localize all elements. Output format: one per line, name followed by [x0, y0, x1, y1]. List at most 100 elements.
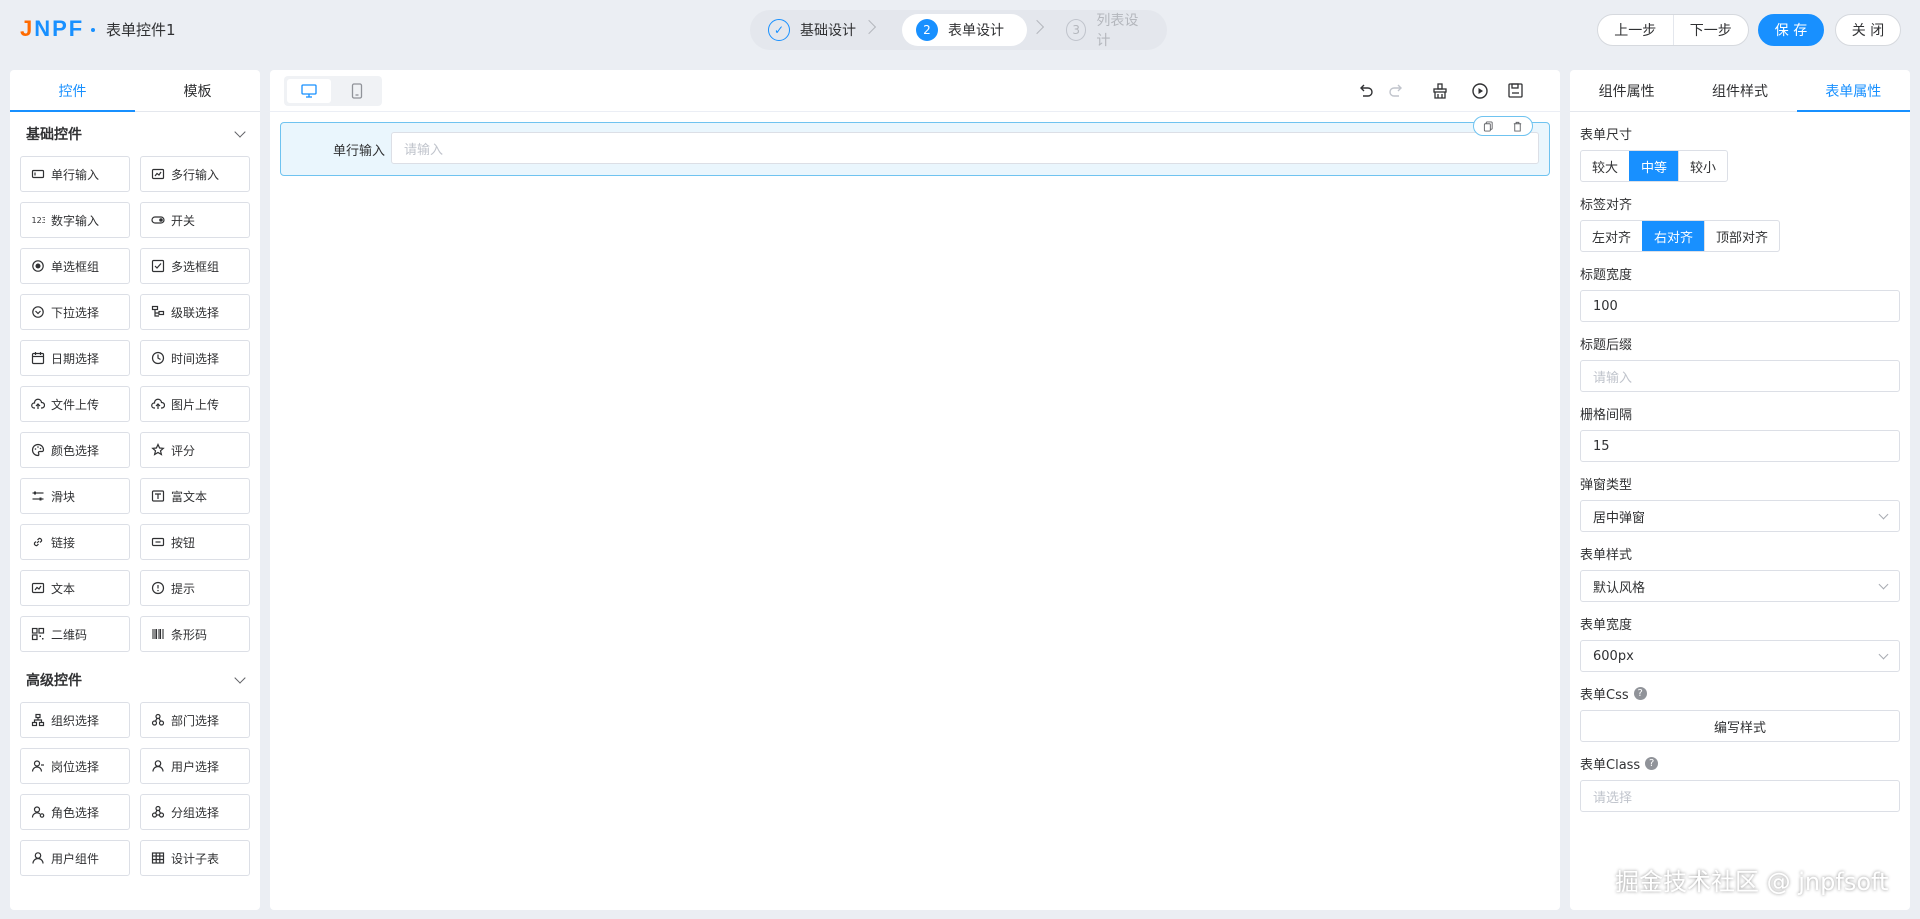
prev-next-group: 上一步 下一步: [1597, 14, 1749, 46]
size-small-option[interactable]: 较小: [1678, 151, 1727, 181]
component-item[interactable]: 颜色选择: [20, 432, 130, 468]
popup-type-select[interactable]: 居中弹窗: [1580, 500, 1900, 532]
calendar-icon: [31, 351, 45, 365]
mobile-view-button[interactable]: [335, 79, 379, 103]
save-json-icon: [1508, 83, 1523, 98]
align-left-option[interactable]: 左对齐: [1581, 221, 1642, 251]
component-item[interactable]: 二维码: [20, 616, 130, 652]
component-item[interactable]: 用户选择: [140, 748, 250, 784]
component-item[interactable]: 日期选择: [20, 340, 130, 376]
label-width-input[interactable]: 100: [1580, 290, 1900, 322]
step-label: 列表设计: [1096, 13, 1139, 49]
component-item[interactable]: 多选框组: [140, 248, 250, 284]
form-style-select[interactable]: 默认风格: [1580, 570, 1900, 602]
component-item[interactable]: 部门选择: [140, 702, 250, 738]
component-label: 图片上传: [171, 397, 220, 412]
save-json-button[interactable]: [1506, 81, 1526, 101]
tab-form-props[interactable]: 表单属性: [1796, 70, 1910, 112]
selected-form-field[interactable]: 单行输入 请输入: [280, 116, 1550, 176]
component-item[interactable]: 角色选择: [20, 794, 130, 830]
component-item[interactable]: 单行输入: [20, 156, 130, 192]
component-label: 单选框组: [51, 259, 100, 274]
component-item[interactable]: 123 数字输入: [20, 202, 130, 238]
component-label: 岗位选择: [51, 759, 100, 774]
component-item[interactable]: 岗位选择: [20, 748, 130, 784]
clear-button[interactable]: [1430, 81, 1450, 101]
component-item[interactable]: 组织选择: [20, 702, 130, 738]
logo: JNPF: [20, 16, 85, 41]
component-item[interactable]: 时间选择: [140, 340, 250, 376]
help-icon[interactable]: ?: [1645, 756, 1659, 770]
component-label: 组织选择: [51, 713, 100, 728]
component-item[interactable]: 按钮: [140, 524, 250, 560]
form-width-select[interactable]: 600px: [1580, 640, 1900, 672]
field-input[interactable]: 请输入: [391, 132, 1539, 164]
component-item[interactable]: 图片上传: [140, 386, 250, 422]
copy-field-button[interactable]: [1474, 117, 1503, 135]
step-label: 表单设计: [948, 23, 1004, 39]
component-item[interactable]: 设计子表: [140, 840, 250, 876]
prev-step-button[interactable]: 上一步: [1598, 15, 1673, 45]
align-right-option[interactable]: 右对齐: [1642, 221, 1705, 251]
component-item[interactable]: 开关: [140, 202, 250, 238]
align-top-option[interactable]: 顶部对齐: [1704, 221, 1779, 251]
component-item[interactable]: 滑块: [20, 478, 130, 514]
component-item[interactable]: 文本: [20, 570, 130, 606]
component-item[interactable]: 用户组件: [20, 840, 130, 876]
form-class-select[interactable]: 请选择: [1580, 780, 1900, 812]
image-upload-icon: [151, 397, 165, 411]
form-css-label: 表单Css ?: [1580, 683, 1900, 703]
next-step-button[interactable]: 下一步: [1672, 15, 1749, 45]
help-icon[interactable]: ?: [1633, 686, 1647, 700]
component-item[interactable]: 富文本: [140, 478, 250, 514]
tab-templates[interactable]: 模板: [135, 70, 260, 111]
group-advanced-header[interactable]: 高级控件: [10, 658, 260, 702]
undo-button[interactable]: [1356, 81, 1376, 101]
delete-field-button[interactable]: [1503, 117, 1532, 135]
component-label: 颜色选择: [51, 443, 100, 458]
step-label: 基础设计: [800, 23, 856, 39]
form-width-value: 600px: [1593, 648, 1634, 664]
advanced-components-grid: 组织选择 部门选择岗位选择 用户选择 角色选择 分组选择 用户组件 设计子表: [10, 702, 260, 876]
popup-type-value: 居中弹窗: [1593, 510, 1646, 526]
chevron-down-icon[interactable]: [234, 672, 246, 684]
size-large-option[interactable]: 较大: [1581, 151, 1629, 181]
tab-component-props[interactable]: 组件属性: [1570, 70, 1683, 111]
component-item[interactable]: 下拉选择: [20, 294, 130, 330]
slider-icon: [31, 489, 45, 503]
star-icon: [151, 443, 165, 457]
form-size-radio-group: 较大 中等 较小: [1580, 150, 1729, 182]
field-label: 单行输入: [332, 144, 385, 159]
component-label: 多行输入: [171, 167, 220, 182]
group-basic-header[interactable]: 基础控件: [10, 112, 260, 156]
component-item[interactable]: 单选框组: [20, 248, 130, 284]
component-item[interactable]: 级联选择: [140, 294, 250, 330]
step-form-design[interactable]: 2 表单设计: [902, 14, 1027, 46]
redo-button[interactable]: [1386, 81, 1406, 101]
label-suffix-label: 标题后缀: [1580, 337, 1633, 353]
text-icon: [31, 581, 45, 595]
component-item[interactable]: 多行输入: [140, 156, 250, 192]
gutter-input[interactable]: 15: [1580, 430, 1900, 462]
input-icon: [31, 167, 45, 181]
step-list-design[interactable]: 3 列表设计: [1052, 13, 1162, 49]
position-icon: [31, 759, 45, 773]
write-style-button[interactable]: 编写样式: [1580, 710, 1900, 742]
chevron-down-icon[interactable]: [234, 126, 246, 138]
dept-icon: [151, 713, 165, 727]
component-item[interactable]: 链接: [20, 524, 130, 560]
preview-button[interactable]: [1470, 81, 1490, 101]
save-button[interactable]: 保 存: [1758, 14, 1824, 46]
component-item[interactable]: 条形码: [140, 616, 250, 652]
component-item[interactable]: 分组选择: [140, 794, 250, 830]
tab-components[interactable]: 控件: [10, 70, 135, 112]
label-suffix-input[interactable]: 请输入: [1580, 360, 1900, 392]
tab-component-style[interactable]: 组件样式: [1683, 70, 1796, 111]
component-item[interactable]: 文件上传: [20, 386, 130, 422]
close-button[interactable]: 关 闭: [1835, 14, 1901, 46]
component-item[interactable]: 提示: [140, 570, 250, 606]
size-medium-option[interactable]: 中等: [1629, 151, 1679, 181]
component-item[interactable]: 评分: [140, 432, 250, 468]
link-icon: [31, 535, 45, 549]
pc-view-button[interactable]: [287, 79, 331, 103]
